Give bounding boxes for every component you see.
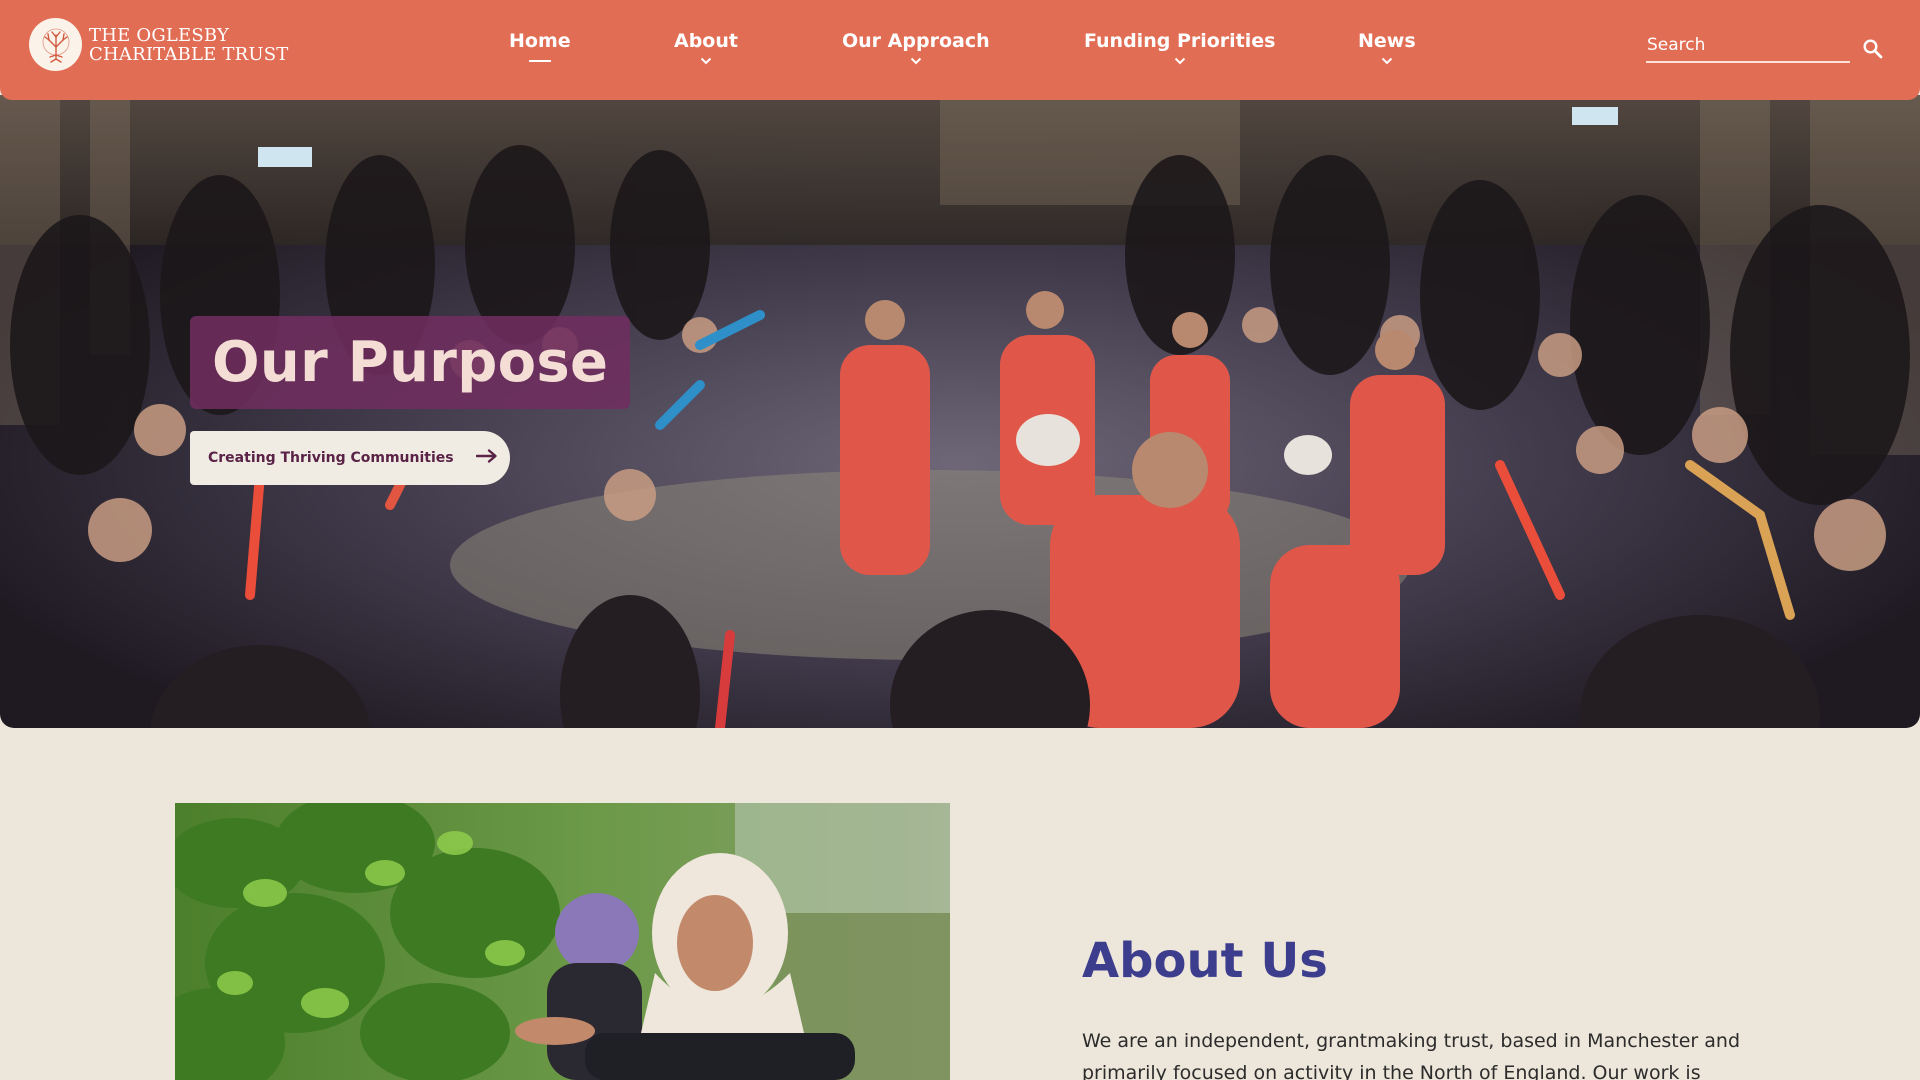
nav-about-label: About [674, 30, 738, 52]
nav-our-approach-label: Our Approach [842, 30, 990, 52]
creating-thriving-communities-button[interactable]: Creating Thriving Communities [190, 431, 510, 485]
logo-wordmark: THE OGLESBY CHARITABLE TRUST [89, 26, 288, 64]
hero-cta-label: Creating Thriving Communities [208, 450, 454, 466]
search-input[interactable] [1646, 31, 1826, 59]
nav-funding-priorities[interactable]: Funding Priorities [1084, 30, 1275, 65]
nav-news[interactable]: News [1358, 30, 1416, 65]
about-title: About Us [1082, 933, 1328, 989]
hero-title: Our Purpose [212, 330, 609, 395]
logo-line-2: CHARITABLE TRUST [89, 43, 289, 65]
garden-photo [175, 803, 950, 1080]
search-field [1646, 31, 1850, 63]
nav-home[interactable]: Home [509, 30, 571, 62]
hero-banner: Our Purpose Creating Thriving Communitie… [0, 95, 1920, 728]
tree-icon [29, 18, 82, 71]
chevron-down-icon [910, 57, 922, 65]
nav-about[interactable]: About [674, 30, 738, 65]
hero-title-box: Our Purpose [190, 316, 631, 409]
nav-our-approach[interactable]: Our Approach [842, 30, 990, 65]
hero-photo [0, 95, 1920, 728]
nav-funding-priorities-label: Funding Priorities [1084, 30, 1276, 52]
chevron-down-icon [1174, 57, 1185, 65]
chevron-down-icon [1381, 57, 1393, 65]
search-icon[interactable] [1862, 38, 1884, 60]
site-header: THE OGLESBY CHARITABLE TRUST Home About … [0, 0, 1920, 100]
active-indicator [528, 60, 551, 62]
about-photo [175, 803, 950, 1080]
nav-home-label: Home [509, 30, 571, 52]
chevron-down-icon [700, 57, 712, 65]
nav-news-label: News [1358, 30, 1416, 52]
logo-line-1: THE OGLESBY [89, 24, 230, 46]
arrow-right-icon [476, 449, 497, 463]
about-text: We are an independent, grantmaking trust… [1082, 1030, 1741, 1080]
site-logo[interactable]: THE OGLESBY CHARITABLE TRUST [29, 18, 288, 71]
